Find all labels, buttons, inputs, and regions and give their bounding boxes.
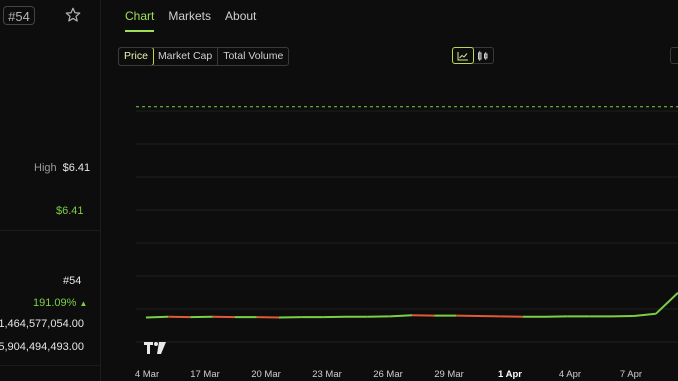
price-line-segment xyxy=(655,291,678,315)
price-line-segment xyxy=(145,315,169,319)
price-chart: 4 Mar 17 Mar 20 Mar 23 Mar 26 Mar 29 Mar 1 Apr… xyxy=(135,106,678,380)
x-tick-label: 4 Mar xyxy=(135,369,159,380)
x-tick-label: 17 Mar xyxy=(190,369,220,380)
price-line-segment xyxy=(633,312,656,317)
price-line-segment xyxy=(389,314,413,318)
x-tick-label: 20 Mar xyxy=(251,369,281,380)
x-tick-label: 7 Apr xyxy=(620,369,642,380)
tradingview-logo-icon xyxy=(144,342,166,354)
x-tick-label: 29 Mar xyxy=(434,369,464,380)
chart-grid xyxy=(136,110,678,343)
x-tick-label: 1 Apr xyxy=(498,369,522,380)
x-axis: 4 Mar 17 Mar 20 Mar 23 Mar 26 Mar 29 Mar 1 Apr… xyxy=(135,369,642,380)
x-tick-label: 23 Mar xyxy=(312,369,342,380)
x-tick-label: 4 Apr xyxy=(559,369,581,380)
x-tick-label: 26 Mar xyxy=(373,369,403,380)
price-line xyxy=(145,291,678,319)
